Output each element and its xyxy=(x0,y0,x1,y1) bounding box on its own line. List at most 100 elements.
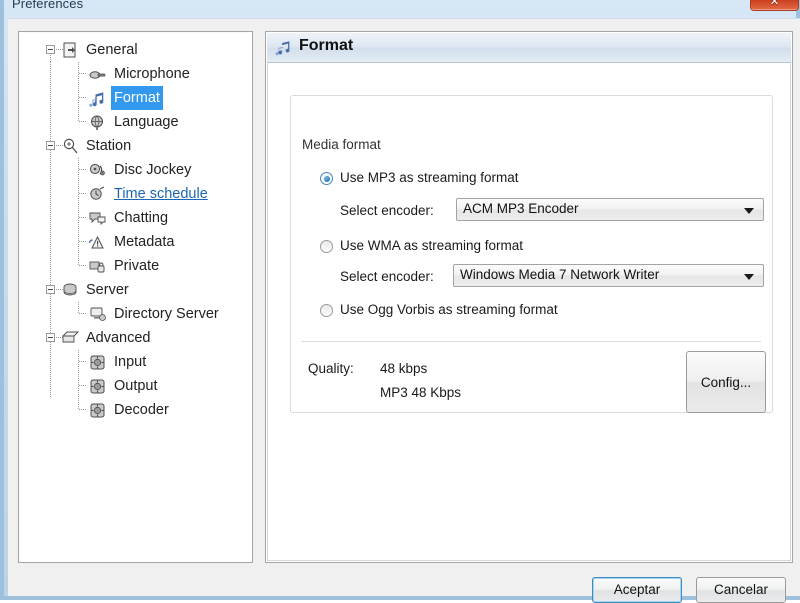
tree-item-label: Directory Server xyxy=(114,306,219,322)
tree-item-label: Decoder xyxy=(114,402,169,418)
tree-item-label: Station xyxy=(86,138,132,154)
music-note-icon xyxy=(88,89,107,108)
tree-connector-line xyxy=(50,62,51,86)
private-lock-icon xyxy=(88,257,107,276)
tree-connector-line xyxy=(79,73,87,74)
clock-icon xyxy=(88,185,107,204)
radio-indicator-wma[interactable] xyxy=(320,240,333,253)
tree-item-language[interactable]: Language xyxy=(19,110,252,134)
wma-encoder-label: Select encoder: xyxy=(340,269,434,284)
tree-connector-line xyxy=(50,350,51,374)
tree-item-advanced[interactable]: Advanced xyxy=(19,326,252,350)
server-icon xyxy=(61,281,80,300)
tree-connector-line xyxy=(78,350,79,374)
tree-item-input[interactable]: Input xyxy=(19,350,252,374)
tree-item-label: Metadata xyxy=(114,234,175,250)
settings-tree-panel[interactable]: General Microphone Format Language Station Di… xyxy=(18,31,253,563)
tree-expander-collapse-icon[interactable] xyxy=(46,141,55,150)
close-icon: ✕ xyxy=(769,0,780,8)
panel-title: Format xyxy=(299,37,354,54)
tree-connector-line xyxy=(78,62,79,86)
tree-item-format[interactable]: Format xyxy=(19,86,252,110)
tree-connector-line xyxy=(78,230,79,254)
general-icon xyxy=(61,41,80,60)
tree-connector-line xyxy=(79,313,87,314)
radio-indicator-mp3[interactable] xyxy=(320,172,333,185)
tree-connector-line xyxy=(50,158,51,182)
tree-connector-line xyxy=(78,86,79,110)
tree-item-label: Microphone xyxy=(114,66,190,82)
close-button[interactable]: ✕ xyxy=(750,0,799,11)
tree-connector-line xyxy=(78,374,79,398)
tree-item-decoder[interactable]: Decoder xyxy=(19,398,252,422)
tree-item-directory-server[interactable]: Directory Server xyxy=(19,302,252,326)
tree-connector-line xyxy=(50,86,51,110)
title-bar: Preferences ✕ xyxy=(4,0,800,18)
tree-connector-line xyxy=(79,217,87,218)
tree-connector-line xyxy=(79,193,87,194)
accept-button[interactable]: Aceptar xyxy=(592,577,682,603)
quality-detail: MP3 48 Kbps xyxy=(380,385,462,400)
radio-indicator-ogg[interactable] xyxy=(320,304,333,317)
mp3-encoder-value: ACM MP3 Encoder xyxy=(463,201,579,216)
plugin-icon xyxy=(88,401,107,420)
radio-label-wma: Use WMA as streaming format xyxy=(340,238,524,253)
tree-item-private[interactable]: Private xyxy=(19,254,252,278)
tree-item-time-schedule[interactable]: Time schedule xyxy=(19,182,252,206)
tree-connector-line xyxy=(50,302,51,326)
cancel-button[interactable]: Cancelar xyxy=(696,577,786,603)
tree-item-label: Advanced xyxy=(86,330,151,346)
tree-item-microphone[interactable]: Microphone xyxy=(19,62,252,86)
tree-item-metadata[interactable]: Metadata xyxy=(19,230,252,254)
plugin-icon xyxy=(88,353,107,372)
config-button[interactable]: Config... xyxy=(686,351,766,413)
tree-expander-collapse-icon[interactable] xyxy=(46,333,55,342)
music-note-icon xyxy=(274,38,294,58)
wma-encoder-value: Windows Media 7 Network Writer xyxy=(460,267,660,282)
tree-expander-collapse-icon[interactable] xyxy=(46,285,55,294)
tree-connector-line xyxy=(50,230,51,254)
tree-connector-line xyxy=(79,97,87,98)
tree-item-server[interactable]: Server xyxy=(19,278,252,302)
advanced-icon xyxy=(61,329,80,348)
tree-connector-line xyxy=(79,361,87,362)
tree-connector-line xyxy=(50,254,51,278)
tree-connector-line xyxy=(50,374,51,398)
window-title: Preferences xyxy=(12,0,84,11)
tree-connector-line xyxy=(50,182,51,206)
metadata-icon xyxy=(88,233,107,252)
satellite-icon xyxy=(61,137,80,156)
tree-item-station[interactable]: Station xyxy=(19,134,252,158)
tree-item-label: Private xyxy=(114,258,160,274)
tree-item-disc-jockey[interactable]: Disc Jockey xyxy=(19,158,252,182)
panel-body: Media format Use MP3 as streaming format… xyxy=(267,63,791,561)
groupbox-title: Media format xyxy=(298,137,385,152)
tree-connector-line xyxy=(78,206,79,230)
tree-connector-line xyxy=(79,409,87,410)
dialog-client-area: General Microphone Format Language Station Di… xyxy=(8,18,800,603)
tree-item-general[interactable]: General xyxy=(19,38,252,62)
section-divider xyxy=(301,341,761,342)
disc-jockey-icon xyxy=(88,161,107,180)
tree-connector-line xyxy=(79,169,87,170)
tree-item-label: Format xyxy=(111,86,163,110)
chat-icon xyxy=(88,209,107,228)
tree-connector-line xyxy=(79,121,87,122)
tree-item-chatting[interactable]: Chatting xyxy=(19,206,252,230)
wma-encoder-select[interactable]: Windows Media 7 Network Writer xyxy=(453,264,764,287)
mp3-encoder-label: Select encoder: xyxy=(340,203,434,218)
tree-connector-line xyxy=(78,182,79,206)
chevron-down-icon xyxy=(744,274,754,280)
plugin-icon xyxy=(88,377,107,396)
tree-item-label: Chatting xyxy=(114,210,169,226)
microphone-icon xyxy=(88,65,107,84)
radio-label-mp3: Use MP3 as streaming format xyxy=(340,170,519,185)
tree-expander-collapse-icon[interactable] xyxy=(46,45,55,54)
tree-connector-line xyxy=(79,241,87,242)
radio-label-ogg: Use Ogg Vorbis as streaming format xyxy=(340,302,558,317)
panel-header: Format xyxy=(267,33,791,63)
tree-connector-line xyxy=(50,206,51,230)
mp3-encoder-select[interactable]: ACM MP3 Encoder xyxy=(456,198,764,221)
tree-item-output[interactable]: Output xyxy=(19,374,252,398)
tree-item-label: Disc Jockey xyxy=(114,162,192,178)
